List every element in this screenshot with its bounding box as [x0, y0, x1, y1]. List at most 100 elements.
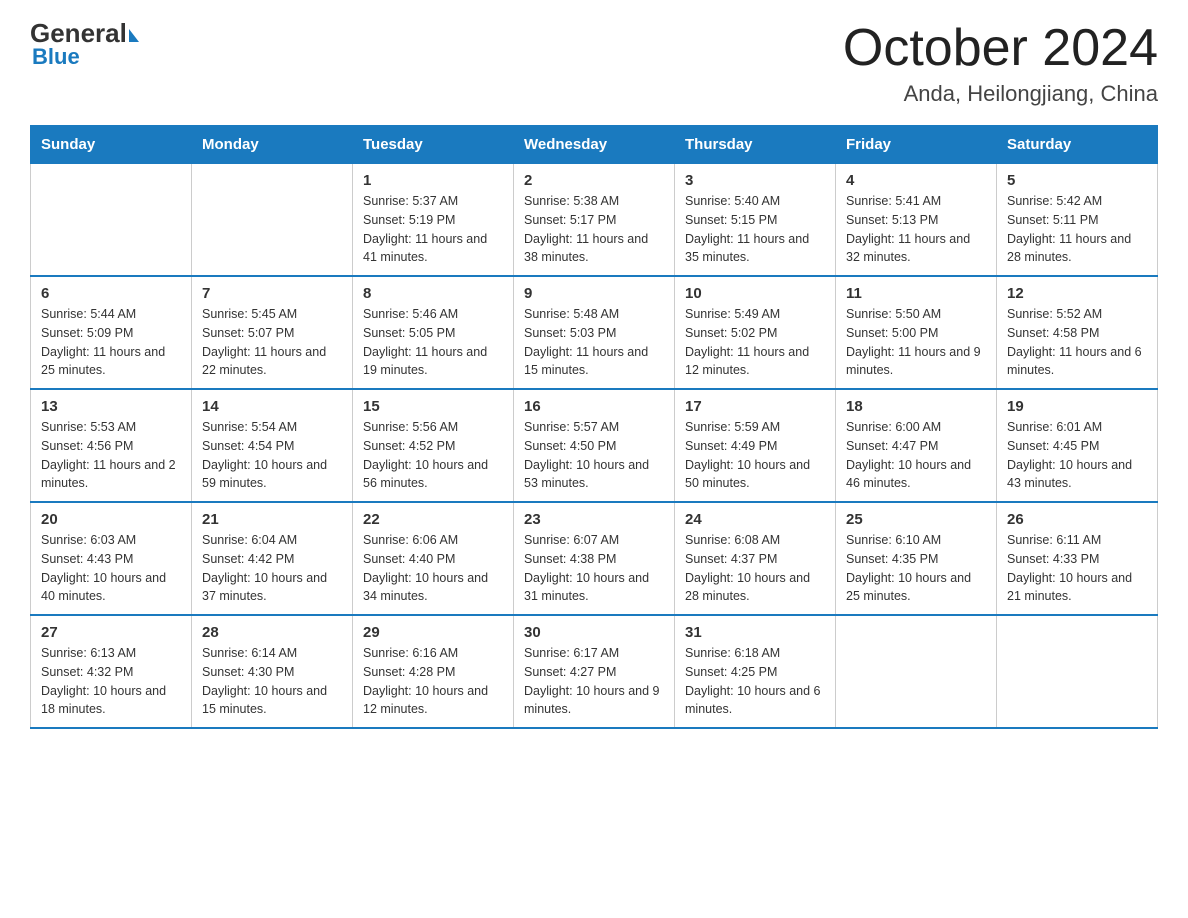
day-number: 30	[524, 624, 664, 641]
day-info: Sunrise: 6:13 AMSunset: 4:32 PMDaylight:…	[41, 644, 181, 719]
calendar-week-row: 6 Sunrise: 5:44 AMSunset: 5:09 PMDaylight…	[31, 276, 1158, 389]
calendar-day-4: 4 Sunrise: 5:41 AMSunset: 5:13 PMDaylight…	[836, 164, 997, 277]
title-block: October 2024 Anda, Heilongjiang, China	[843, 20, 1158, 107]
calendar-empty-cell	[31, 164, 192, 277]
day-info: Sunrise: 5:54 AMSunset: 4:54 PMDaylight:…	[202, 418, 342, 493]
day-info: Sunrise: 6:08 AMSunset: 4:37 PMDaylight:…	[685, 531, 825, 606]
day-info: Sunrise: 6:14 AMSunset: 4:30 PMDaylight:…	[202, 644, 342, 719]
day-number: 17	[685, 398, 825, 415]
day-number: 23	[524, 511, 664, 528]
calendar-day-11: 11 Sunrise: 5:50 AMSunset: 5:00 PMDayligh…	[836, 276, 997, 389]
day-number: 4	[846, 172, 986, 189]
calendar-week-row: 13Sunrise: 5:53 AMSunset: 4:56 PMDayligh…	[31, 389, 1158, 502]
calendar-day-19: 19 Sunrise: 6:01 AMSunset: 4:45 PMDayligh…	[997, 389, 1158, 502]
weekday-header-row: SundayMondayTuesdayWednesdayThursdayFrid…	[31, 126, 1158, 164]
day-number: 16	[524, 398, 664, 415]
calendar-week-row: 27 Sunrise: 6:13 AMSunset: 4:32 PMDayligh…	[31, 615, 1158, 728]
weekday-header-thursday: Thursday	[675, 126, 836, 164]
calendar-day-24: 24Sunrise: 6:08 AMSunset: 4:37 PMDayligh…	[675, 502, 836, 615]
day-number: 21	[202, 511, 342, 528]
day-number: 29	[363, 624, 503, 641]
day-info: Sunrise: 5:48 AMSunset: 5:03 PMDaylight:…	[524, 305, 664, 380]
day-info: Sunrise: 6:16 AMSunset: 4:28 PMDaylight:…	[363, 644, 503, 719]
calendar-day-20: 20Sunrise: 6:03 AMSunset: 4:43 PMDayligh…	[31, 502, 192, 615]
day-number: 27	[41, 624, 181, 641]
day-info: Sunrise: 5:45 AMSunset: 5:07 PMDaylight:…	[202, 305, 342, 380]
day-number: 14	[202, 398, 342, 415]
day-info: Sunrise: 5:46 AMSunset: 5:05 PMDaylight:…	[363, 305, 503, 380]
calendar-day-7: 7 Sunrise: 5:45 AMSunset: 5:07 PMDaylight…	[192, 276, 353, 389]
day-number: 26	[1007, 511, 1147, 528]
calendar-day-12: 12Sunrise: 5:52 AMSunset: 4:58 PMDayligh…	[997, 276, 1158, 389]
day-info: Sunrise: 5:44 AMSunset: 5:09 PMDaylight:…	[41, 305, 181, 380]
calendar-day-16: 16 Sunrise: 5:57 AMSunset: 4:50 PMDayligh…	[514, 389, 675, 502]
calendar-day-17: 17 Sunrise: 5:59 AMSunset: 4:49 PMDayligh…	[675, 389, 836, 502]
calendar-day-1: 1 Sunrise: 5:37 AMSunset: 5:19 PMDaylight…	[353, 164, 514, 277]
day-number: 9	[524, 285, 664, 302]
calendar-day-28: 28 Sunrise: 6:14 AMSunset: 4:30 PMDayligh…	[192, 615, 353, 728]
day-number: 13	[41, 398, 181, 415]
calendar-day-22: 22Sunrise: 6:06 AMSunset: 4:40 PMDayligh…	[353, 502, 514, 615]
calendar-day-9: 9 Sunrise: 5:48 AMSunset: 5:03 PMDaylight…	[514, 276, 675, 389]
logo-blue-text: Blue	[30, 44, 80, 70]
logo: General Blue	[30, 20, 139, 70]
calendar-day-13: 13Sunrise: 5:53 AMSunset: 4:56 PMDayligh…	[31, 389, 192, 502]
logo-arrow-icon	[129, 29, 139, 42]
calendar-empty-cell	[997, 615, 1158, 728]
logo-general-text: General	[30, 20, 139, 46]
day-info: Sunrise: 6:10 AMSunset: 4:35 PMDaylight:…	[846, 531, 986, 606]
day-info: Sunrise: 5:49 AMSunset: 5:02 PMDaylight:…	[685, 305, 825, 380]
calendar-empty-cell	[836, 615, 997, 728]
weekday-header-wednesday: Wednesday	[514, 126, 675, 164]
calendar-day-2: 2 Sunrise: 5:38 AMSunset: 5:17 PMDaylight…	[514, 164, 675, 277]
calendar-day-10: 10 Sunrise: 5:49 AMSunset: 5:02 PMDayligh…	[675, 276, 836, 389]
calendar-day-8: 8 Sunrise: 5:46 AMSunset: 5:05 PMDaylight…	[353, 276, 514, 389]
weekday-header-friday: Friday	[836, 126, 997, 164]
weekday-header-saturday: Saturday	[997, 126, 1158, 164]
day-number: 15	[363, 398, 503, 415]
calendar-day-29: 29 Sunrise: 6:16 AMSunset: 4:28 PMDayligh…	[353, 615, 514, 728]
calendar-day-6: 6 Sunrise: 5:44 AMSunset: 5:09 PMDaylight…	[31, 276, 192, 389]
day-number: 7	[202, 285, 342, 302]
calendar-week-row: 1 Sunrise: 5:37 AMSunset: 5:19 PMDaylight…	[31, 164, 1158, 277]
day-info: Sunrise: 6:07 AMSunset: 4:38 PMDaylight:…	[524, 531, 664, 606]
calendar-day-21: 21 Sunrise: 6:04 AMSunset: 4:42 PMDayligh…	[192, 502, 353, 615]
day-number: 2	[524, 172, 664, 189]
calendar-day-23: 23 Sunrise: 6:07 AMSunset: 4:38 PMDayligh…	[514, 502, 675, 615]
day-number: 10	[685, 285, 825, 302]
page-header: General Blue October 2024 Anda, Heilongj…	[30, 20, 1158, 107]
day-number: 11	[846, 285, 986, 302]
calendar-empty-cell	[192, 164, 353, 277]
day-info: Sunrise: 6:18 AMSunset: 4:25 PMDaylight:…	[685, 644, 825, 719]
day-info: Sunrise: 6:11 AMSunset: 4:33 PMDaylight:…	[1007, 531, 1147, 606]
day-number: 8	[363, 285, 503, 302]
day-info: Sunrise: 5:38 AMSunset: 5:17 PMDaylight:…	[524, 192, 664, 267]
day-number: 28	[202, 624, 342, 641]
day-info: Sunrise: 5:59 AMSunset: 4:49 PMDaylight:…	[685, 418, 825, 493]
day-number: 1	[363, 172, 503, 189]
calendar-day-3: 3Sunrise: 5:40 AMSunset: 5:15 PMDaylight…	[675, 164, 836, 277]
day-info: Sunrise: 5:50 AMSunset: 5:00 PMDaylight:…	[846, 305, 986, 380]
calendar-day-5: 5Sunrise: 5:42 AMSunset: 5:11 PMDaylight…	[997, 164, 1158, 277]
weekday-header-monday: Monday	[192, 126, 353, 164]
day-number: 31	[685, 624, 825, 641]
day-number: 3	[685, 172, 825, 189]
day-number: 25	[846, 511, 986, 528]
weekday-header-tuesday: Tuesday	[353, 126, 514, 164]
day-info: Sunrise: 6:17 AMSunset: 4:27 PMDaylight:…	[524, 644, 664, 719]
day-number: 19	[1007, 398, 1147, 415]
calendar-day-18: 18Sunrise: 6:00 AMSunset: 4:47 PMDayligh…	[836, 389, 997, 502]
day-number: 20	[41, 511, 181, 528]
day-info: Sunrise: 6:04 AMSunset: 4:42 PMDaylight:…	[202, 531, 342, 606]
month-title: October 2024	[843, 20, 1158, 77]
day-info: Sunrise: 5:42 AMSunset: 5:11 PMDaylight:…	[1007, 192, 1147, 267]
calendar-day-30: 30 Sunrise: 6:17 AMSunset: 4:27 PMDayligh…	[514, 615, 675, 728]
day-info: Sunrise: 5:57 AMSunset: 4:50 PMDaylight:…	[524, 418, 664, 493]
day-info: Sunrise: 5:41 AMSunset: 5:13 PMDaylight:…	[846, 192, 986, 267]
day-number: 18	[846, 398, 986, 415]
day-info: Sunrise: 6:01 AMSunset: 4:45 PMDaylight:…	[1007, 418, 1147, 493]
day-number: 6	[41, 285, 181, 302]
calendar-day-14: 14 Sunrise: 5:54 AMSunset: 4:54 PMDayligh…	[192, 389, 353, 502]
day-info: Sunrise: 5:52 AMSunset: 4:58 PMDaylight:…	[1007, 305, 1147, 380]
day-info: Sunrise: 5:37 AMSunset: 5:19 PMDaylight:…	[363, 192, 503, 267]
